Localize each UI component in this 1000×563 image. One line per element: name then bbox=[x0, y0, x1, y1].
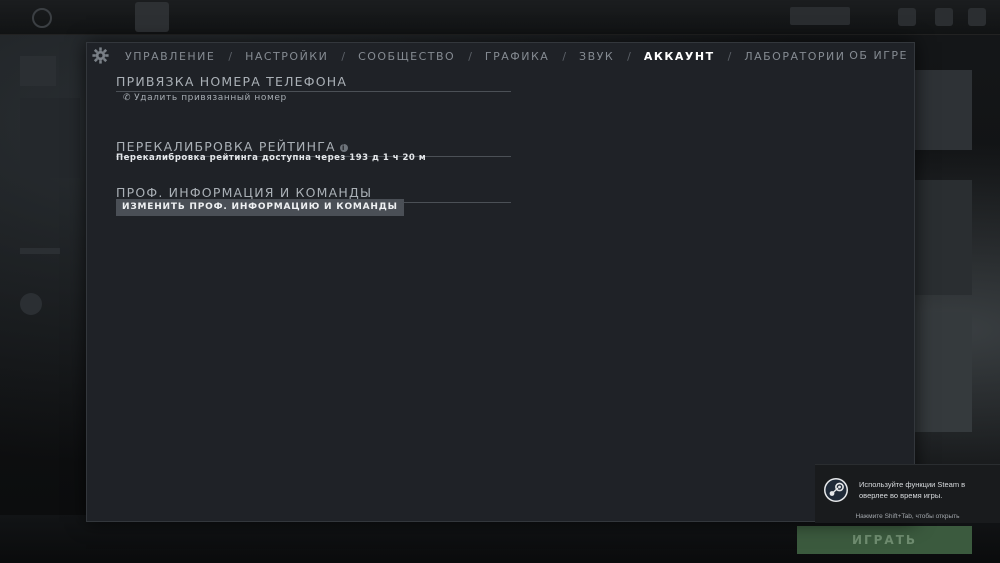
currency-badge bbox=[790, 7, 850, 25]
steam-overlay-toast[interactable]: Используйте функции Steam в оверлее во в… bbox=[815, 464, 1000, 523]
tab-separator: / bbox=[627, 49, 631, 63]
edit-pro-info-button[interactable]: ИЗМЕНИТЬ ПРОФ. ИНФОРМАЦИЮ И КОМАНДЫ bbox=[116, 199, 404, 216]
pro-section: ПРОФ. ИНФОРМАЦИЯ И КОМАНДЫ ИЗМЕНИТЬ ПРОФ… bbox=[116, 185, 511, 225]
tab-separator: / bbox=[562, 49, 567, 63]
blurred-event-card bbox=[912, 312, 972, 432]
recalibration-title-text: ПЕРЕКАЛИБРОВКА РЕЙТИНГА bbox=[116, 139, 336, 154]
settings-nav: УПРАВЛЕНИЕ / НАСТРОЙКИ / СООБЩЕСТВО / ГР… bbox=[87, 43, 914, 69]
blurred-line bbox=[20, 248, 60, 254]
settings-tabs: УПРАВЛЕНИЕ / НАСТРОЙКИ / СООБЩЕСТВО / ГР… bbox=[125, 43, 845, 69]
client-topbar bbox=[0, 0, 1000, 35]
profile-icon bbox=[968, 8, 986, 26]
tab-graphics[interactable]: ГРАФИКА bbox=[485, 50, 549, 63]
tab-separator: / bbox=[727, 49, 732, 63]
info-icon[interactable]: i bbox=[339, 143, 348, 152]
play-button[interactable]: ИГРАТЬ bbox=[797, 526, 972, 554]
tab-labs[interactable]: ЛАБОРАТОРИИ bbox=[744, 50, 845, 63]
steam-overlay-message: Используйте функции Steam в оверлее во в… bbox=[859, 480, 966, 500]
blurred-avatar bbox=[20, 56, 56, 86]
phone-section-title: ПРИВЯЗКА НОМЕРА ТЕЛЕФОНА bbox=[116, 74, 511, 92]
steam-logo-icon bbox=[824, 478, 848, 502]
tab-separator: / bbox=[341, 49, 346, 63]
tab-about[interactable]: ОБ ИГРЕ bbox=[849, 49, 908, 62]
blurred-news-card bbox=[912, 180, 972, 295]
phone-icon: ✆ bbox=[123, 93, 132, 103]
steam-overlay-hint: Нажмите Shift+Tab, чтобы открыть bbox=[855, 513, 960, 520]
gear-icon[interactable] bbox=[92, 47, 109, 64]
blurred-card bbox=[20, 98, 80, 178]
dota-logo bbox=[135, 2, 169, 32]
chat-icon bbox=[898, 8, 916, 26]
remove-phone-label: Удалить привязанный номер bbox=[134, 93, 287, 103]
dashboard-icon bbox=[32, 8, 52, 28]
phone-section: ПРИВЯЗКА НОМЕРА ТЕЛЕФОНА ✆ Удалить привяз… bbox=[116, 74, 511, 114]
tab-separator: / bbox=[468, 49, 472, 63]
blurred-hero-card bbox=[912, 70, 972, 150]
blurred-avatar-2 bbox=[20, 293, 42, 315]
tab-options[interactable]: НАСТРОЙКИ bbox=[245, 50, 328, 63]
tab-separator: / bbox=[228, 49, 233, 63]
friends-icon bbox=[935, 8, 953, 26]
recalibration-status: Перекалибровка рейтинга доступна через 1… bbox=[116, 153, 427, 163]
left-blurred-panel bbox=[14, 48, 86, 338]
tab-account[interactable]: АККАУНТ bbox=[644, 50, 715, 63]
settings-modal: УПРАВЛЕНИЕ / НАСТРОЙКИ / СООБЩЕСТВО / ГР… bbox=[86, 42, 915, 522]
tab-controls[interactable]: УПРАВЛЕНИЕ bbox=[125, 50, 215, 63]
recalibration-section: ПЕРЕКАЛИБРОВКА РЕЙТИНГА i Перекалибровка … bbox=[116, 139, 511, 169]
tab-community[interactable]: СООБЩЕСТВО bbox=[358, 50, 455, 63]
tab-sound[interactable]: ЗВУК bbox=[579, 50, 614, 63]
remove-phone-link[interactable]: ✆ Удалить привязанный номер bbox=[123, 93, 287, 103]
